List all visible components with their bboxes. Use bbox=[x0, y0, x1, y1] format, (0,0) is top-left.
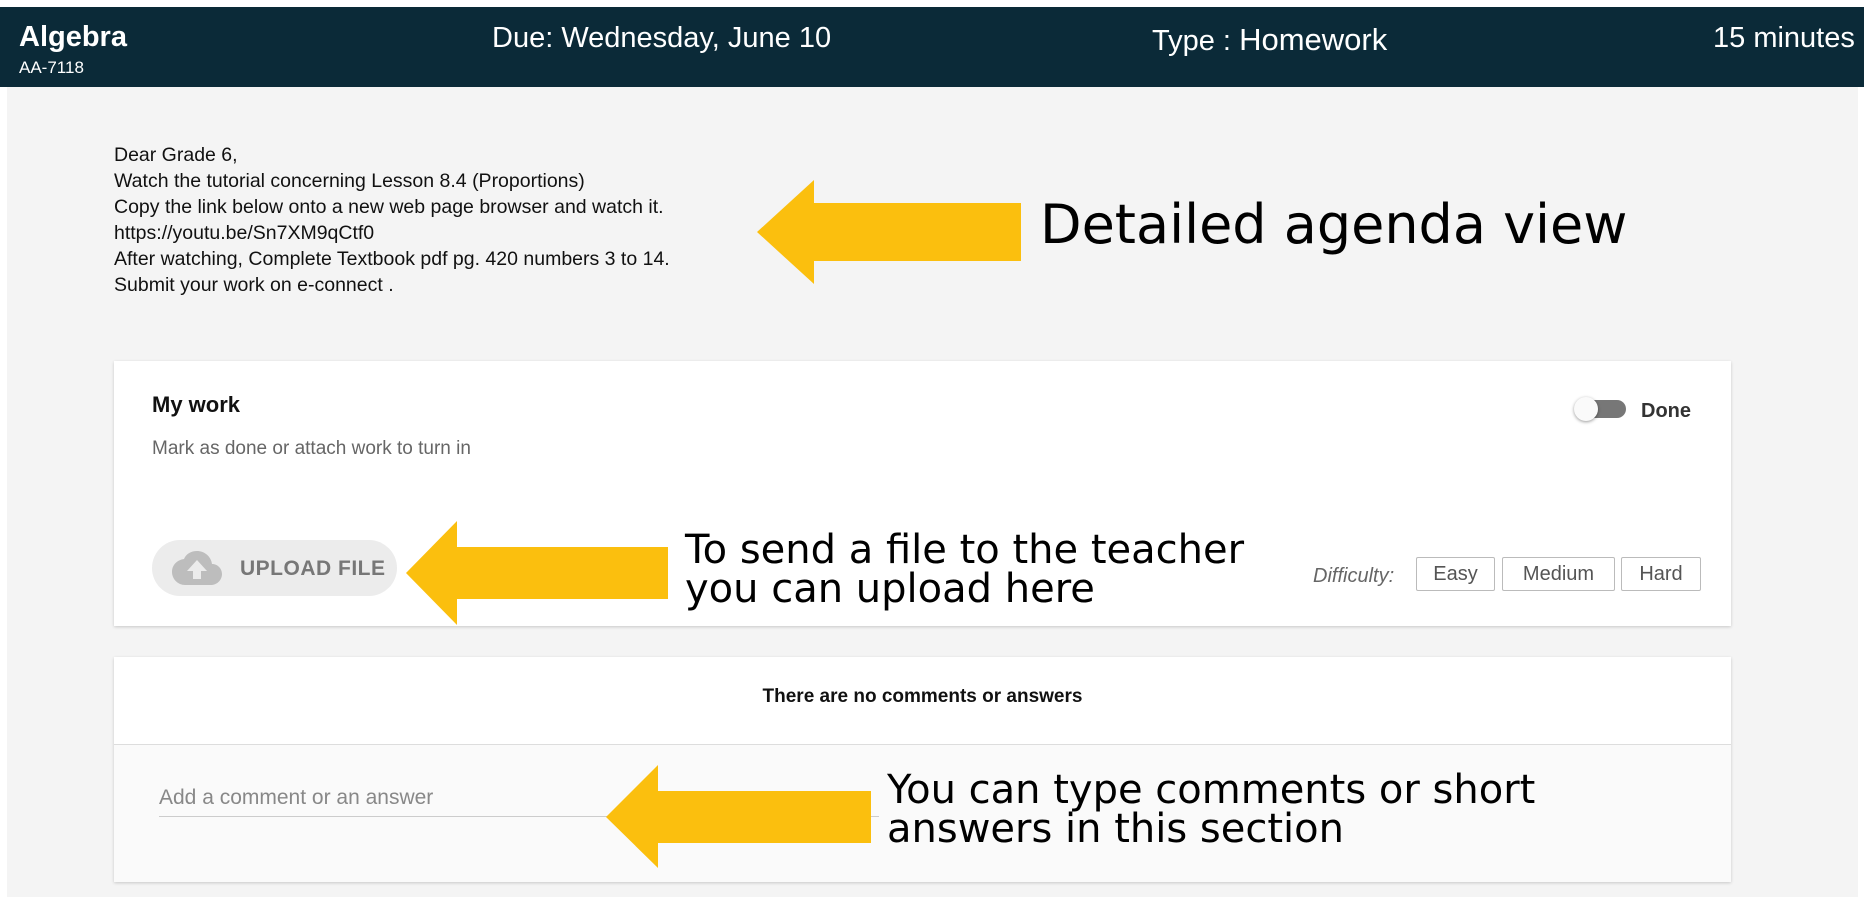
comment-callout-line: answers in this section bbox=[887, 806, 1344, 852]
comment-callout: You can type comments or short answers i… bbox=[887, 767, 1536, 852]
toggle-knob bbox=[1574, 397, 1598, 421]
comment-callout-line: You can type comments or short bbox=[887, 767, 1536, 813]
course-title: Algebra bbox=[19, 21, 127, 53]
message-line: Dear Grade 6, bbox=[114, 144, 238, 166]
message-line: Copy the link below onto a new web page … bbox=[114, 196, 664, 218]
difficulty-hard-button[interactable]: Hard bbox=[1621, 557, 1701, 591]
difficulty-easy-button[interactable]: Easy bbox=[1416, 557, 1495, 591]
cloud-upload-icon bbox=[172, 551, 222, 585]
my-work-title: My work bbox=[152, 392, 241, 417]
upload-file-button[interactable]: UPLOAD FILE bbox=[152, 540, 397, 596]
upload-arrow-icon bbox=[406, 521, 668, 625]
difficulty-label: Difficulty: bbox=[1313, 565, 1395, 587]
upload-file-label: UPLOAD FILE bbox=[240, 557, 386, 580]
type-label: Type : bbox=[1152, 25, 1231, 57]
agenda-callout: Detailed agenda view bbox=[1040, 193, 1628, 256]
upload-callout: To send a file to the teacher you can up… bbox=[685, 527, 1245, 612]
message-line: Watch the tutorial concerning Lesson 8.4… bbox=[114, 170, 585, 192]
assignment-type: Type : Homework bbox=[1152, 22, 1387, 58]
done-label: Done bbox=[1641, 400, 1691, 422]
message-line: Submit your work on e-connect . bbox=[114, 274, 394, 296]
done-toggle[interactable] bbox=[1574, 397, 1626, 421]
duration: 15 minutes bbox=[1713, 22, 1855, 54]
comment-arrow-icon bbox=[606, 765, 871, 868]
upload-callout-line: you can upload here bbox=[685, 566, 1095, 612]
no-comments-message: There are no comments or answers bbox=[762, 686, 1083, 707]
my-work-subtitle: Mark as done or attach work to turn in bbox=[152, 438, 471, 459]
due-date: Due: Wednesday, June 10 bbox=[492, 22, 832, 54]
upload-callout-line: To send a file to the teacher bbox=[685, 527, 1245, 573]
type-value: Homework bbox=[1239, 22, 1388, 57]
agenda-arrow-icon bbox=[757, 180, 1021, 284]
assignment-message: Dear Grade 6, Watch the tutorial concern… bbox=[114, 142, 670, 298]
difficulty-medium-button[interactable]: Medium bbox=[1502, 557, 1615, 591]
course-code: AA-7118 bbox=[19, 58, 84, 77]
message-link[interactable]: https://youtu.be/Sn7XM9qCtf0 bbox=[114, 220, 670, 246]
message-line: After watching, Complete Textbook pdf pg… bbox=[114, 248, 670, 270]
assignment-header: Algebra AA-7118 Due: Wednesday, June 10 … bbox=[0, 7, 1864, 87]
